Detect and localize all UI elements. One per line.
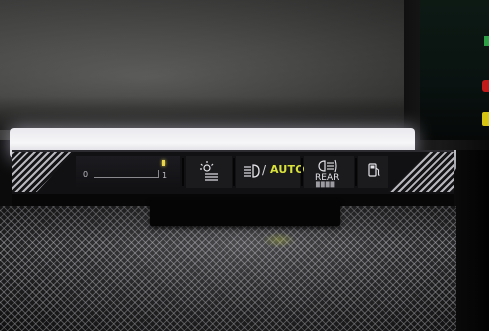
panel-divider	[355, 158, 357, 186]
panel-divider	[182, 158, 184, 186]
mesh-reflection	[262, 232, 296, 248]
instrument-display	[420, 0, 489, 140]
panel-divider	[233, 158, 235, 186]
dashboard-shadow	[0, 96, 420, 130]
car-dashboard-photo: 0 1 / AUTO REAR ████	[0, 0, 489, 331]
dimmer-min-label: 0	[83, 170, 89, 179]
headlight-icon	[241, 162, 261, 180]
display-green-indicator	[484, 36, 489, 46]
headlight-auto-label: AUTO	[270, 163, 305, 176]
headlight-separator: /	[262, 163, 267, 177]
daytime-running-light-icon	[196, 159, 222, 185]
display-red-indicator	[482, 80, 489, 92]
dimmer-slider-track[interactable]	[94, 177, 158, 178]
dimmer-max-label: 1	[162, 171, 168, 180]
display-yellow-indicator	[482, 112, 489, 126]
vent-slot	[150, 200, 340, 226]
dimmer-slider-tick	[158, 170, 159, 178]
panel-divider	[301, 158, 303, 186]
dimmer-indicator	[162, 160, 165, 166]
rear-fog-light-icon	[316, 158, 342, 173]
right-edge-shadow	[456, 150, 489, 331]
fuel-door-icon	[367, 162, 381, 178]
rear-fog-sublabel: ████	[316, 182, 336, 188]
